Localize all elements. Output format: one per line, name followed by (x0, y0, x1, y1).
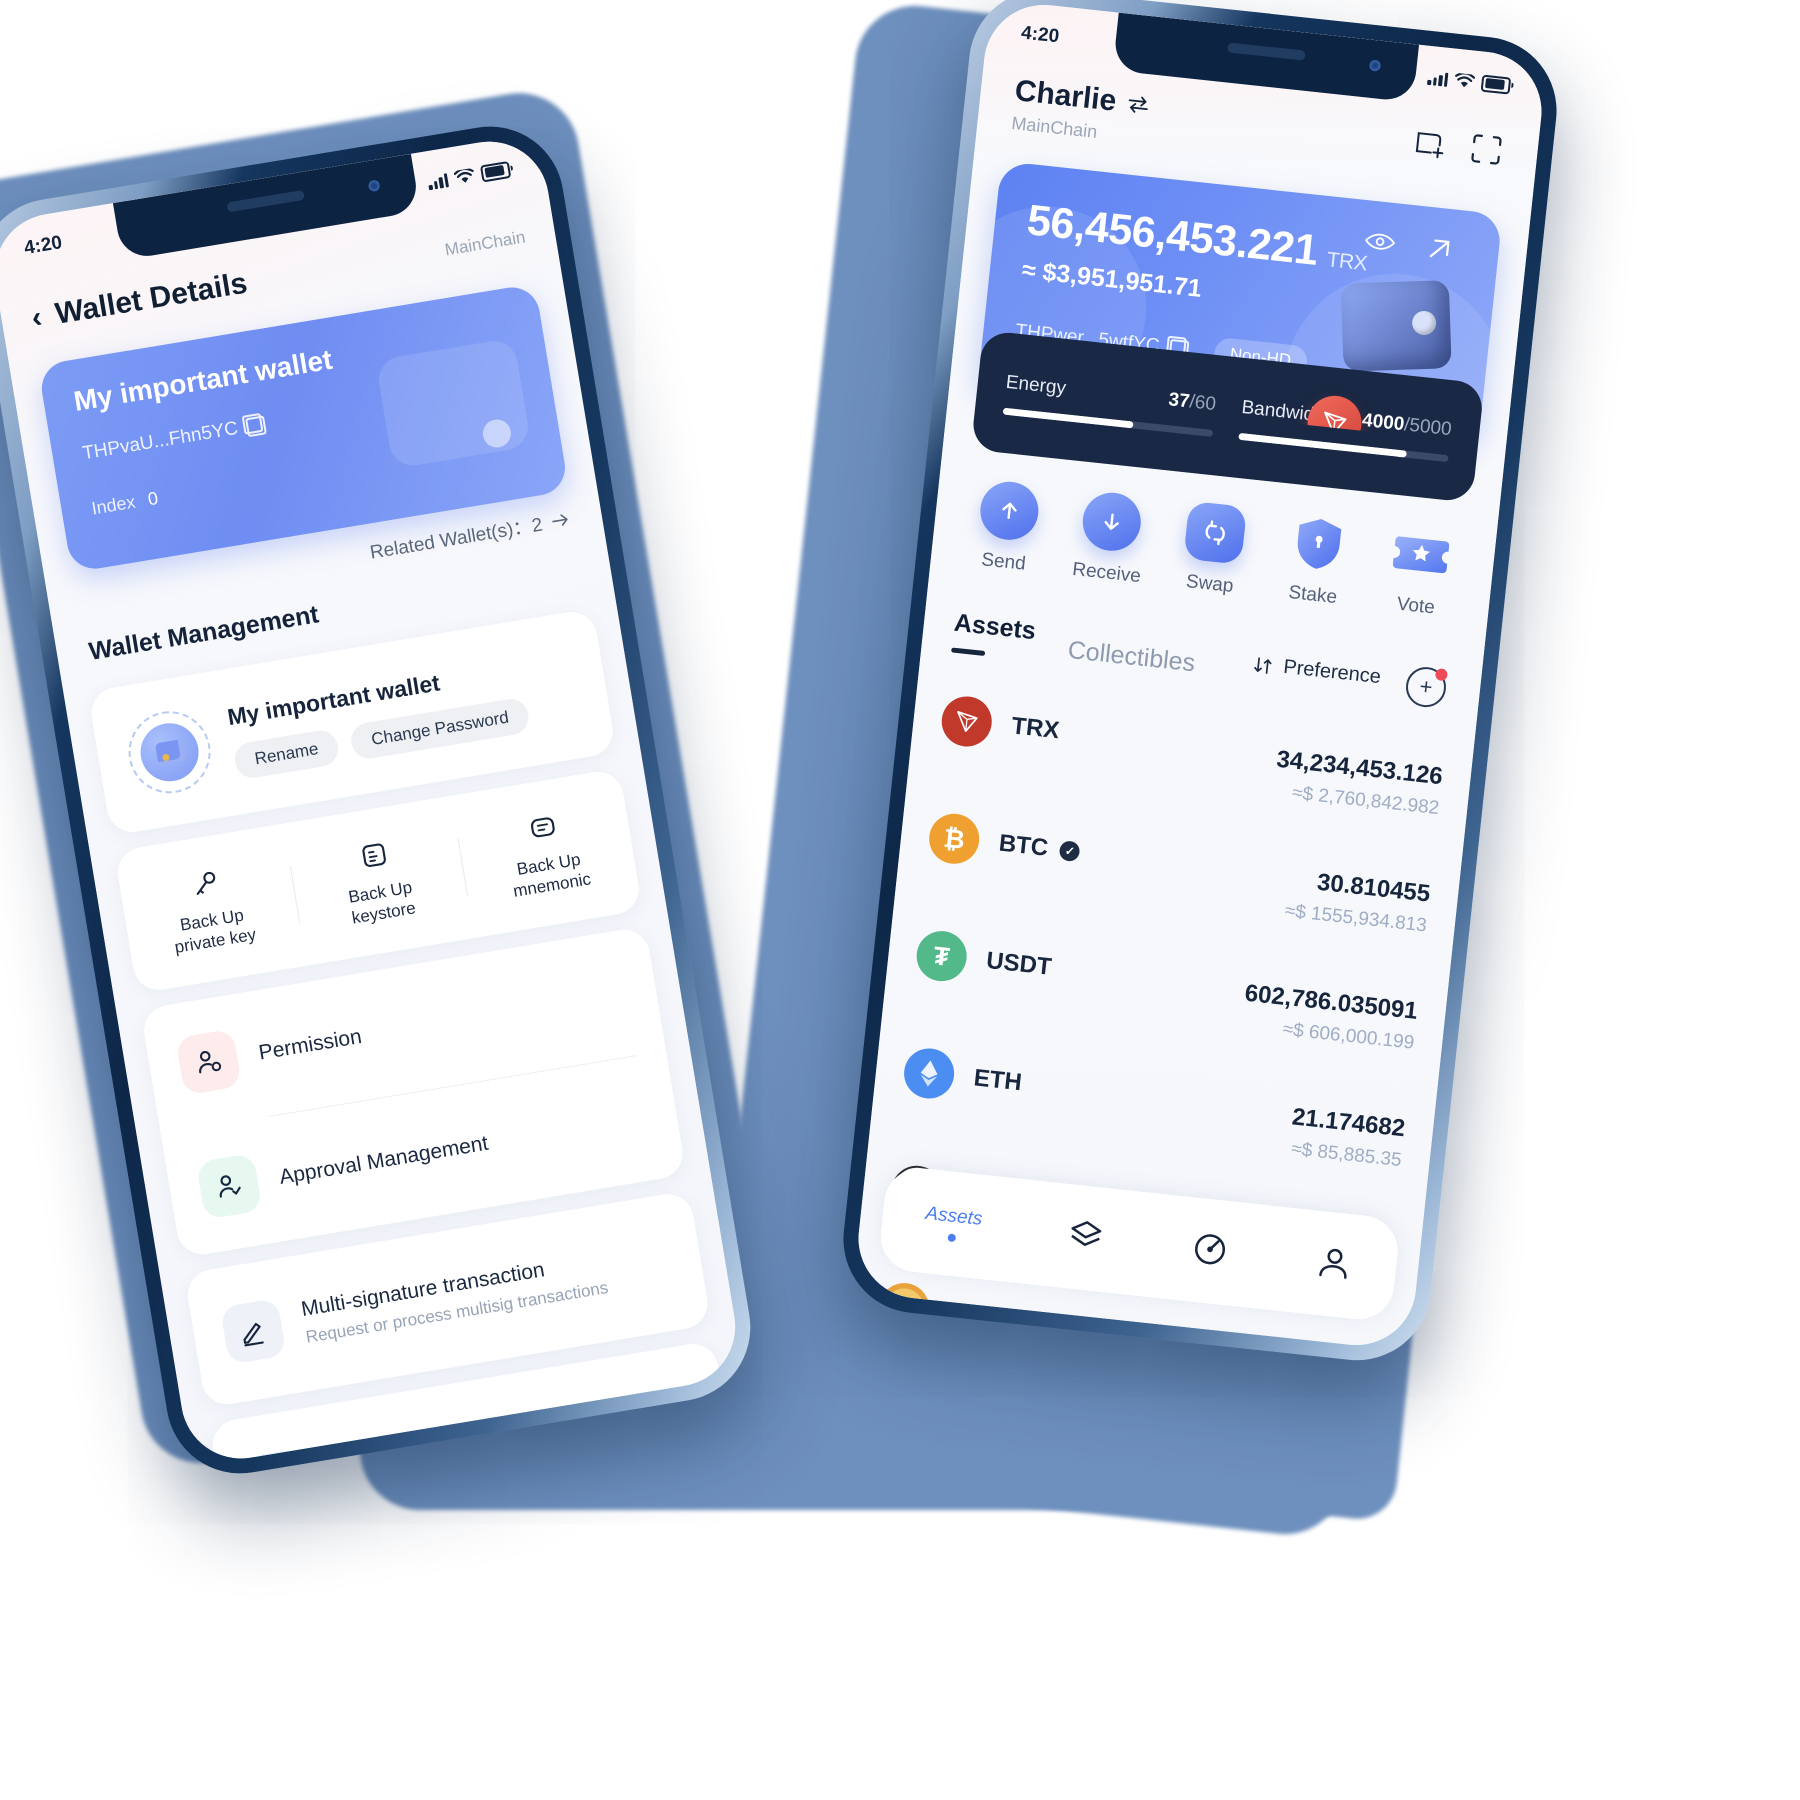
resource-energy[interactable]: Energy 37/60 (1002, 371, 1217, 437)
swap-icon (1183, 500, 1248, 565)
explore-icon (1194, 1233, 1225, 1264)
shield-icon (1286, 512, 1350, 576)
asset-symbol: TRX (1010, 712, 1061, 745)
chevron-left-icon[interactable]: ‹ (29, 301, 44, 335)
action-receive[interactable]: Receive (1057, 488, 1163, 590)
rename-button[interactable]: Rename (232, 727, 341, 780)
backup-mnemonic-button[interactable]: Back Up mnemonic (456, 796, 639, 909)
resource-total: 5000 (1408, 414, 1453, 440)
layers-icon (1071, 1220, 1102, 1246)
nav-item-layers[interactable] (1063, 1214, 1108, 1263)
verified-badge-icon: ✓ (1058, 840, 1081, 863)
wifi-icon (453, 167, 474, 183)
wallet-3d-icon (1340, 280, 1452, 372)
arrow-down-icon (1080, 489, 1144, 554)
add-wallet-icon[interactable] (1412, 125, 1449, 162)
account-name: Charlie (1013, 74, 1118, 118)
copy-icon[interactable] (245, 414, 268, 437)
action-label: Vote (1395, 593, 1436, 619)
resource-used: 37 (1167, 388, 1191, 412)
preference-button[interactable]: Preference (1252, 653, 1382, 689)
ticket-icon (1389, 523, 1453, 587)
bitcoin-icon: ₿ (926, 811, 982, 867)
link-chain-icon (244, 1447, 312, 1468)
status-bar-time: 4:20 (22, 232, 64, 260)
approval-user-check-icon (195, 1153, 263, 1220)
action-label: Stake (1287, 582, 1339, 609)
action-label: Receive (1071, 558, 1142, 588)
balance-unit: TRX (1325, 248, 1369, 276)
asset-symbol: USDT (985, 947, 1053, 981)
pencil-icon (219, 1298, 287, 1365)
page-title: Wallet Details (52, 266, 250, 331)
wallet-home-screen: 4:20 Charlie MainChain 56,456,453.221 TR… (852, 0, 1548, 1352)
battery-icon (1480, 74, 1512, 95)
action-label: Send (980, 549, 1027, 575)
nav-item-explore[interactable] (1187, 1227, 1232, 1276)
eye-icon[interactable] (1364, 230, 1396, 253)
sort-icon (1254, 656, 1272, 674)
menu-label: Permission (257, 1024, 364, 1065)
profile-icon (1318, 1248, 1347, 1279)
action-stake[interactable]: Stake (1263, 510, 1369, 612)
preference-label: Preference (1282, 655, 1382, 689)
arrow-right-icon (552, 513, 568, 526)
arrow-up-right-icon[interactable] (1425, 235, 1454, 264)
resource-total: 60 (1193, 391, 1217, 415)
tron-logo-icon (939, 693, 995, 749)
notification-dot (1434, 668, 1449, 682)
battery-icon (479, 160, 512, 182)
wallet-name: My important wallet (71, 343, 335, 417)
status-bar-time: 4:20 (1020, 22, 1061, 48)
resource-used: 4000 (1361, 409, 1406, 435)
action-vote[interactable]: Vote (1366, 521, 1472, 623)
screenshot-stage: 4:20 ‹ Wallet Details MainChain My impor… (0, 0, 1800, 1800)
tab-assets[interactable]: Assets (951, 609, 1038, 661)
active-indicator-dot (947, 1233, 957, 1243)
menu-label: Approval Management (277, 1131, 490, 1189)
permission-user-icon (175, 1028, 243, 1096)
tether-icon: ₮ (914, 928, 970, 984)
wallet-avatar-icon (122, 705, 217, 800)
index-label: Index (90, 491, 137, 519)
action-label: Swap (1184, 571, 1235, 597)
left-phone-device: 4:20 ‹ Wallet Details MainChain My impor… (0, 115, 762, 1485)
backup-keystore-button[interactable]: Back Up keystore (287, 824, 470, 937)
backup-private-key-button[interactable]: Back Up private key (119, 852, 302, 965)
scan-qr-icon[interactable] (1468, 131, 1505, 168)
tab-collectibles[interactable]: Collectibles (1066, 636, 1196, 678)
nav-item-profile[interactable] (1311, 1240, 1356, 1289)
asset-fiat: ≈$ 85,885.35 (1290, 1138, 1403, 1172)
section-title-wallet-management: Wallet Management (86, 600, 321, 666)
chain-label: MainChain (443, 227, 527, 260)
add-token-icon[interactable]: + (1403, 665, 1449, 710)
asset-symbol: BTC (997, 829, 1050, 862)
asset-amount: 21.174682 (1290, 1103, 1407, 1143)
card-decoration (375, 337, 532, 469)
swap-accounts-icon[interactable] (1125, 93, 1151, 115)
asset-symbol: ETH (972, 1064, 1024, 1097)
nav-item-assets[interactable]: Assets (923, 1202, 984, 1245)
action-send[interactable]: Send (954, 477, 1060, 579)
wallet-details-screen: 4:20 ‹ Wallet Details MainChain My impor… (0, 132, 745, 1468)
wifi-icon (1455, 72, 1476, 87)
arrow-up-icon (977, 478, 1041, 543)
action-swap[interactable]: Swap (1160, 499, 1266, 601)
wallet-address: THPvaU...Fhn5YC (80, 417, 240, 465)
cellular-signal-icon (1427, 69, 1449, 87)
resource-label: Energy (1004, 371, 1068, 399)
cellular-signal-icon (427, 172, 449, 190)
asset-tabs: Assets Collectibles (951, 609, 1198, 679)
nav-label: Assets (924, 1202, 984, 1230)
index-value: 0 (146, 487, 160, 510)
quick-actions: Send Receive Swap Stake Vote (954, 477, 1473, 623)
ethereum-icon (901, 1045, 957, 1101)
